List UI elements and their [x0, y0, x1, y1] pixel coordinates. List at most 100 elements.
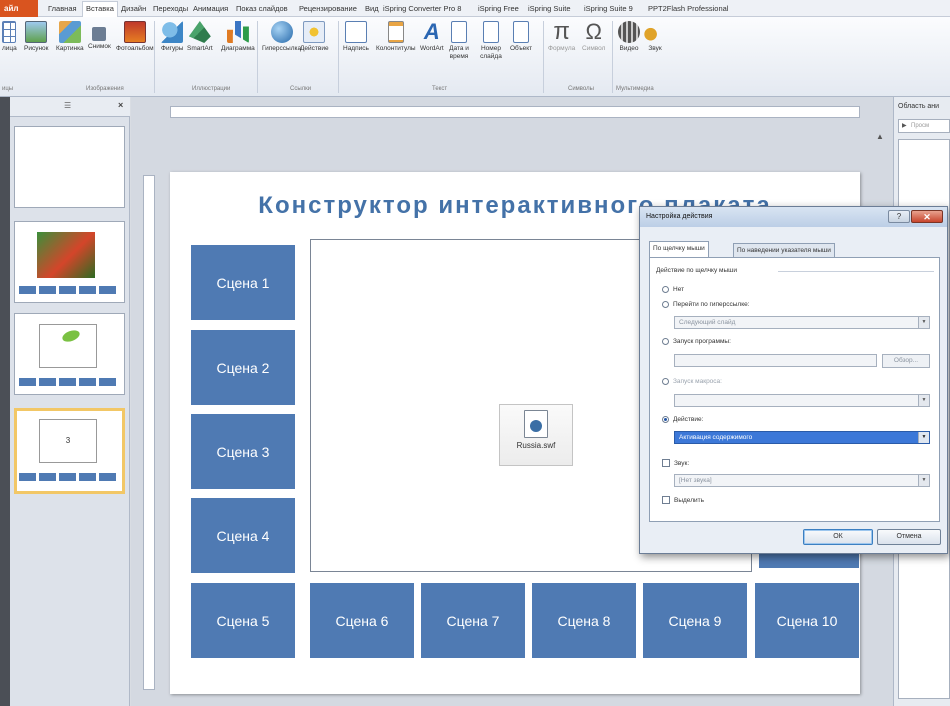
- radio-none[interactable]: [662, 286, 669, 293]
- option-run-program[interactable]: Запуск программы:: [662, 338, 731, 345]
- tab-transitions[interactable]: Переходы: [153, 2, 188, 17]
- tab-mouse-over[interactable]: По наведении указателя мыши: [733, 243, 835, 257]
- cancel-button[interactable]: Отмена: [877, 529, 941, 545]
- tab-ispring-converter[interactable]: iSpring Converter Pro 8: [383, 2, 461, 17]
- tab-design[interactable]: Дизайн: [121, 2, 146, 17]
- tab-review[interactable]: Рецензирование: [299, 2, 357, 17]
- help-icon[interactable]: ?: [888, 210, 910, 223]
- scene-6-button[interactable]: Сцена 6: [310, 583, 414, 658]
- tab-home[interactable]: Главная: [48, 2, 77, 17]
- audio-button[interactable]: Звук: [644, 21, 666, 53]
- tab-mouse-click[interactable]: По щелчку мыши: [649, 241, 709, 258]
- slide-thumbnail-4-selected[interactable]: 3: [14, 408, 125, 494]
- tab-ispring-suite-9[interactable]: iSpring Suite 9: [584, 2, 633, 17]
- ribbon: лица Рисунок Картинка Снимок Фотоальбом …: [0, 17, 950, 97]
- scene-3-button[interactable]: Сцена 3: [191, 414, 295, 489]
- file-tab[interactable]: айл: [0, 0, 38, 17]
- preview-button[interactable]: ▶ Просм: [898, 119, 950, 133]
- header-footer-button[interactable]: Колонтитулы: [376, 21, 416, 53]
- shapes-button[interactable]: Фигуры: [161, 21, 183, 53]
- group-links: Ссылки: [290, 86, 312, 92]
- outline-tab-icon[interactable]: ☰: [64, 101, 71, 110]
- option-run-macro[interactable]: Запуск макроса:: [662, 378, 722, 385]
- radio-action[interactable]: [662, 416, 669, 423]
- datetime-button[interactable]: Дата и время: [444, 21, 474, 61]
- datetime-icon: [451, 21, 467, 43]
- scene-strip: [19, 378, 119, 386]
- action-select[interactable]: Активация содержимого ▼: [674, 431, 930, 444]
- tab-insert[interactable]: Вставка: [82, 1, 118, 17]
- chevron-down-icon: ▼: [918, 475, 929, 486]
- program-path-input[interactable]: [674, 354, 877, 367]
- ok-button[interactable]: ОК: [803, 529, 873, 545]
- radio-run-program[interactable]: [662, 338, 669, 345]
- clipart-button[interactable]: Картинка: [56, 21, 84, 53]
- group-line: [778, 271, 934, 272]
- animation-pane-title: Область ани: [898, 103, 940, 110]
- play-icon: ▶: [902, 123, 907, 129]
- slide-thumbnail-1[interactable]: [14, 126, 125, 208]
- separator: [154, 21, 155, 93]
- tab-animation[interactable]: Анимация: [193, 2, 228, 17]
- photo-album-button[interactable]: Фотоальбом: [116, 21, 154, 53]
- tab-ppt2flash[interactable]: PPT2Flash Professional: [648, 2, 728, 17]
- dialog-titlebar[interactable]: Настройка действия ? ✕: [640, 207, 947, 227]
- scroll-up-icon[interactable]: ▲: [876, 132, 884, 141]
- option-highlight[interactable]: Выделить: [662, 496, 704, 504]
- checkbox-sound[interactable]: [662, 459, 670, 467]
- tab-slideshow[interactable]: Показ слайдов: [236, 2, 288, 17]
- textbox-button[interactable]: Надпись: [343, 21, 369, 53]
- hyperlink-button[interactable]: Гиперссылка: [262, 21, 301, 53]
- radio-run-macro[interactable]: [662, 378, 669, 385]
- scene-8-button[interactable]: Сцена 8: [532, 583, 636, 658]
- scene-5-button[interactable]: Сцена 5: [191, 583, 295, 658]
- photo-album-icon: [123, 21, 146, 43]
- group-media: Мультимедиа: [616, 86, 654, 92]
- table-button[interactable]: лица: [2, 21, 17, 53]
- tab-ispring-free[interactable]: iSpring Free: [478, 2, 519, 17]
- option-action[interactable]: Действие:: [662, 416, 703, 423]
- slide-thumbnail-3[interactable]: [14, 313, 125, 395]
- action-button[interactable]: Действие: [300, 21, 329, 53]
- wordart-button[interactable]: A WordArt: [420, 21, 444, 53]
- symbol-icon: Ω: [585, 19, 602, 44]
- formula-button[interactable]: π Формула: [548, 18, 575, 53]
- tab-ispring-suite[interactable]: iSpring Suite: [528, 2, 571, 17]
- formula-icon: π: [553, 18, 570, 45]
- close-icon[interactable]: ✕: [911, 210, 943, 223]
- dialog-title: Настройка действия: [646, 213, 713, 220]
- close-pane-icon[interactable]: ×: [118, 100, 123, 110]
- checkbox-highlight[interactable]: [662, 496, 670, 504]
- symbol-button[interactable]: Ω Символ: [582, 21, 605, 53]
- option-sound[interactable]: Звук:: [662, 459, 689, 467]
- hyperlink-select[interactable]: Следующий слайд ▼: [674, 316, 930, 329]
- scene-4-button[interactable]: Сцена 4: [191, 498, 295, 573]
- chart-button[interactable]: Диаграмма: [221, 21, 255, 53]
- option-hyperlink[interactable]: Перейти по гиперссылке:: [662, 301, 750, 308]
- separator: [338, 21, 339, 93]
- scene-10-button[interactable]: Сцена 10: [755, 583, 859, 658]
- browse-button[interactable]: Обзор...: [882, 354, 930, 368]
- scene-1-button[interactable]: Сцена 1: [191, 245, 295, 320]
- option-none[interactable]: Нет: [662, 286, 684, 293]
- sound-select[interactable]: [Нет звука] ▼: [674, 474, 930, 487]
- screenshot-button[interactable]: Снимок: [88, 21, 111, 51]
- group-images: Изображения: [86, 86, 124, 92]
- video-button[interactable]: Видео: [618, 21, 640, 53]
- picture-button[interactable]: Рисунок: [24, 21, 49, 53]
- object-button[interactable]: Объект: [510, 21, 532, 53]
- scene-2-button[interactable]: Сцена 2: [191, 330, 295, 405]
- slide-number-icon: [483, 21, 499, 43]
- slide-number-button[interactable]: Номер слайда: [476, 21, 506, 61]
- slide-thumbnail-2[interactable]: [14, 221, 125, 303]
- object-icon: [513, 21, 530, 43]
- tab-view[interactable]: Вид: [365, 2, 379, 17]
- smartart-button[interactable]: SmartArt: [187, 21, 213, 53]
- macro-select[interactable]: ▼: [674, 394, 930, 407]
- textbox-icon: [344, 21, 367, 43]
- group-text: Текст: [432, 86, 448, 92]
- radio-hyperlink[interactable]: [662, 301, 669, 308]
- scene-9-button[interactable]: Сцена 9: [643, 583, 747, 658]
- swf-object[interactable]: Russia.swf: [499, 404, 573, 466]
- scene-7-button[interactable]: Сцена 7: [421, 583, 525, 658]
